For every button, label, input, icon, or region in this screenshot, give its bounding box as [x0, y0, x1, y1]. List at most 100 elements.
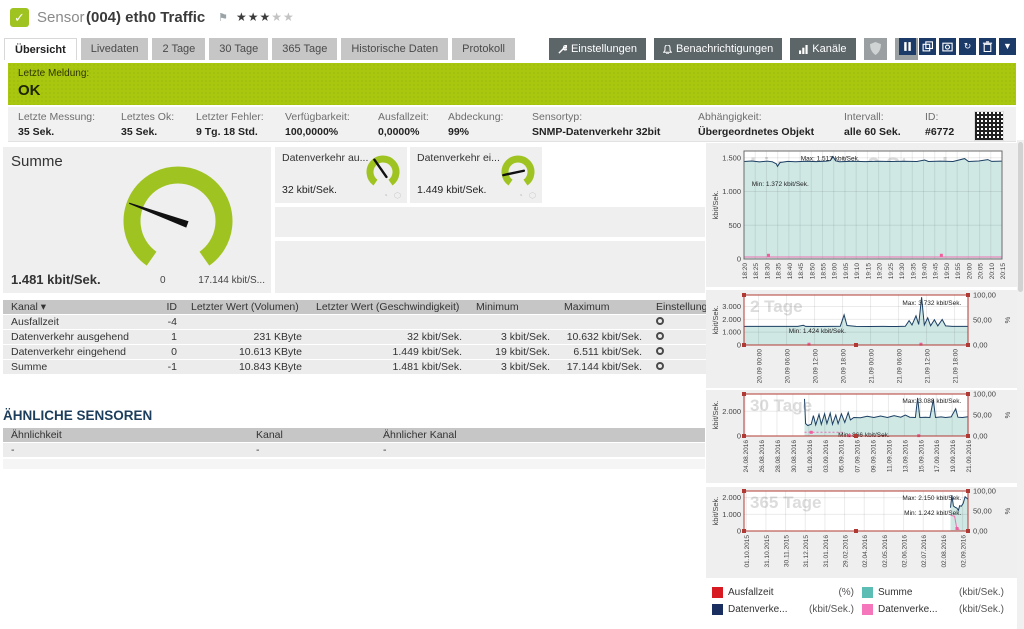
channels-button[interactable]: Kanäle	[790, 38, 855, 60]
scrollbar[interactable]	[1017, 140, 1024, 629]
livegraph-chart[interactable]: Livegraph, 2 Stunden18:2018:2518:3018:35…	[706, 143, 1017, 287]
similar-sensors-heading: ÄHNLICHE SENSOREN	[3, 408, 705, 430]
svg-text:01.10.2015: 01.10.2015	[744, 535, 751, 568]
table-row-eingehend[interactable]: Datenverkehr eingehend0 10.613 KByte1.44…	[3, 344, 708, 359]
gear-icon[interactable]	[656, 362, 664, 370]
tab-2-tage[interactable]: 2 Tage	[152, 38, 205, 60]
svg-text:3.000: 3.000	[722, 302, 741, 311]
svg-text:Max: 1.517 kbit/Sek.: Max: 1.517 kbit/Sek.	[801, 155, 860, 162]
pause-button[interactable]	[899, 38, 916, 55]
refresh-icon: ↻	[964, 41, 972, 51]
svg-text:20.09 12:00: 20.09 12:00	[813, 349, 820, 384]
settings-button[interactable]: Einstellungen	[549, 38, 646, 60]
col-kanal[interactable]: Kanal	[248, 428, 375, 442]
gear-icon[interactable]	[656, 332, 664, 340]
chart-legend: Ausfallzeit (%) Summe (kbit/Sek.) Datenv…	[706, 580, 1017, 622]
pause-icon	[902, 41, 913, 52]
similar-table-header: Ähnlichkeit Kanal Ähnlicher Kanal	[3, 428, 705, 442]
priority-stars[interactable]: ★★★★★	[236, 10, 295, 24]
check-now-button[interactable]: ↻	[959, 38, 976, 55]
graph-2-tage[interactable]: 2 Tage20.09 00:0020.09 06:0020.09 12:002…	[706, 290, 1017, 388]
svg-text:kbit/Sek.: kbit/Sek.	[711, 401, 720, 430]
tab-365-tage[interactable]: 365 Tage	[272, 38, 337, 60]
svg-text:29.02.2016: 29.02.2016	[843, 535, 850, 568]
svg-text:1.500: 1.500	[722, 153, 741, 162]
svg-text:21.09 06:00: 21.09 06:00	[897, 349, 904, 384]
table-row-summe[interactable]: Summe-1 10.843 KByte1.481 kbit/Sek. 3 kb…	[3, 359, 708, 374]
col-kanal[interactable]: Kanal ▾	[3, 300, 153, 314]
svg-text:20:05: 20:05	[978, 263, 985, 280]
mini-gauge-settings-icons[interactable]: ◔ ⬡	[518, 191, 538, 200]
graph-2-tage-panel[interactable]: 2 Tage20.09 00:0020.09 06:0020.09 12:002…	[706, 290, 1017, 388]
svg-text:19:15: 19:15	[865, 263, 872, 280]
clone-button[interactable]	[919, 38, 936, 55]
stars-empty[interactable]: ★★	[271, 10, 295, 24]
tab-30-tage[interactable]: 30 Tage	[209, 38, 268, 60]
svg-text:%: %	[1003, 507, 1012, 514]
svg-text:20:10: 20:10	[989, 263, 996, 280]
tab-uebersicht[interactable]: Übersicht	[4, 38, 77, 60]
tab-protokoll[interactable]: Protokoll	[452, 38, 515, 60]
svg-text:1.000: 1.000	[722, 510, 741, 519]
svg-text:18:30: 18:30	[764, 263, 771, 280]
svg-text:50,00: 50,00	[973, 316, 992, 325]
graph-30-tage-panel[interactable]: 30 Tage24.08.201626.08.201628.08.201630.…	[706, 390, 1017, 483]
metric-ausfallzeit: Ausfallzeit:0,0000%	[370, 111, 440, 141]
tab-livedaten[interactable]: Livedaten	[81, 38, 149, 60]
delete-button[interactable]	[979, 38, 996, 55]
flag-icon[interactable]: ⚑	[218, 11, 228, 24]
svg-text:30 Tage: 30 Tage	[750, 396, 812, 415]
graph-365-tage[interactable]: 365 Tage01.10.201531.10.201530.11.201531…	[706, 487, 1017, 578]
legend-item-ausfallzeit: Ausfallzeit (%)	[712, 587, 862, 598]
gauge-card-ausgehend[interactable]: Datenverkehr au... 32 kbit/Sek. ◔ ⬡	[275, 147, 407, 203]
svg-text:03.09.2016: 03.09.2016	[823, 440, 830, 473]
svg-text:19:10: 19:10	[854, 263, 861, 280]
col-maximum[interactable]: Maximum	[556, 300, 648, 314]
svg-text:28.08.2016: 28.08.2016	[775, 440, 782, 473]
svg-text:11.09.2016: 11.09.2016	[886, 440, 893, 472]
svg-text:19:00: 19:00	[832, 263, 839, 280]
svg-text:19:35: 19:35	[910, 263, 917, 280]
svg-text:18:50: 18:50	[809, 263, 816, 280]
col-aehnlicher-kanal[interactable]: Ähnlicher Kanal	[375, 428, 705, 442]
metric-abdeckung: Abdeckung:99%	[440, 111, 524, 141]
col-minimum[interactable]: Minimum	[468, 300, 556, 314]
svg-text:1.000: 1.000	[722, 328, 741, 337]
report-button[interactable]	[939, 38, 956, 55]
shield-button[interactable]	[864, 38, 887, 60]
stars-filled[interactable]: ★★★	[236, 10, 271, 24]
svg-text:50,00: 50,00	[973, 507, 992, 516]
col-volumen[interactable]: Letzter Wert (Volumen)	[183, 300, 308, 314]
tab-historische-daten[interactable]: Historische Daten	[341, 38, 448, 60]
graph-30-tage[interactable]: 30 Tage24.08.201626.08.201628.08.201630.…	[706, 390, 1017, 483]
table-row-ausgehend[interactable]: Datenverkehr ausgehend1 231 KByte32 kbit…	[3, 329, 708, 344]
svg-text:100,00: 100,00	[973, 291, 996, 300]
col-id[interactable]: ID	[153, 300, 183, 314]
col-einstellungen: Einstellungen	[648, 300, 708, 314]
gauge-card-eingehend[interactable]: Datenverkehr ei... 1.449 kbit/Sek. ◔ ⬡	[410, 147, 542, 203]
svg-text:20.09 06:00: 20.09 06:00	[785, 349, 792, 384]
scrollbar-thumb[interactable]	[1018, 142, 1023, 292]
svg-text:19:50: 19:50	[944, 263, 951, 280]
svg-text:0,00: 0,00	[973, 432, 988, 441]
svg-text:02.05.2016: 02.05.2016	[882, 535, 889, 568]
table-row-ausfallzeit[interactable]: Ausfallzeit-4	[3, 314, 708, 329]
col-aehnlichkeit[interactable]: Ähnlichkeit	[3, 428, 248, 442]
notifications-button[interactable]: Benachrichtigungen	[654, 38, 782, 60]
gear-icon[interactable]	[656, 317, 664, 325]
livegraph-panel[interactable]: Livegraph, 2 Stunden18:2018:2518:3018:35…	[706, 143, 1017, 287]
ausgehend-gauge	[363, 151, 403, 191]
gauge-value: 1.449 kbit/Sek.	[417, 184, 486, 196]
summe-gauge	[103, 159, 253, 279]
graph-365-tage-panel[interactable]: 365 Tage01.10.201531.10.201530.11.201531…	[706, 487, 1017, 578]
gear-icon[interactable]	[656, 347, 664, 355]
eingehend-gauge	[498, 151, 538, 191]
col-geschwindigkeit[interactable]: Letzter Wert (Geschwindigkeit)	[308, 300, 468, 314]
empty-strip	[3, 459, 705, 469]
gauge-card-summe[interactable]: Summe 1.481 kbit/Sek. 0 17.144 kbit/S...	[3, 147, 271, 293]
svg-text:26.08.2016: 26.08.2016	[759, 440, 766, 473]
page-title: (004) eth0 Traffic	[86, 9, 205, 26]
metric-verfuegbarkeit: Verfügbarkeit:100,0000%	[277, 111, 370, 141]
more-actions-button[interactable]: ▼	[999, 38, 1016, 55]
mini-gauge-settings-icons[interactable]: ◔ ⬡	[383, 191, 403, 200]
